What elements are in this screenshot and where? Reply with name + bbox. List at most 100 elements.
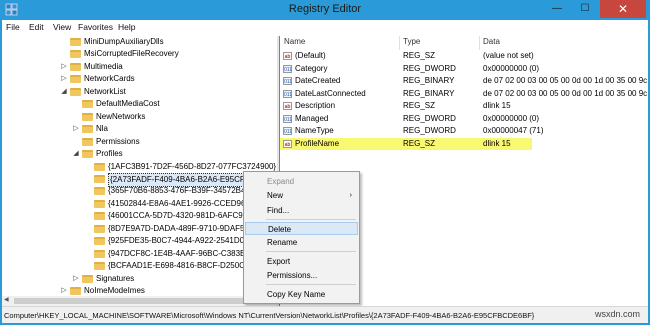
expand-arrow-icon[interactable]: ▷ — [72, 123, 80, 135]
title-bar[interactable]: Registry Editor — ☐ ✕ — [0, 0, 650, 20]
tree-item[interactable]: DefaultMediaCost — [2, 98, 277, 110]
value-name: DateLastConnected — [295, 88, 366, 98]
value-row[interactable]: 011 NameType REG_DWORD 0x00000047 (71) — [280, 125, 648, 137]
value-data: (value not set) — [483, 51, 534, 60]
folder-icon — [94, 262, 105, 271]
value-name: Description — [295, 101, 336, 110]
value-row[interactable]: ab Description REG_SZ dlink 15 — [280, 100, 648, 112]
value-data: dlink 15 — [483, 101, 511, 110]
watermark: wsxdn.com — [594, 309, 640, 319]
menu-view[interactable]: View — [53, 22, 71, 32]
tree-item-label: MsiCorruptedFileRecovery — [84, 49, 179, 59]
minimize-button[interactable]: — — [544, 0, 570, 18]
string-value-icon: ab — [283, 52, 292, 60]
folder-icon — [94, 174, 105, 183]
value-row[interactable]: 011 DateCreated REG_BINARY de 07 02 00 03 0… — [280, 75, 648, 87]
value-name: Category — [295, 63, 328, 73]
tree-item[interactable]: MiniDumpAuxiliaryDlls — [2, 36, 277, 48]
menu-favorites[interactable]: Favorites — [78, 22, 113, 32]
folder-icon — [82, 125, 93, 134]
menu-edit[interactable]: Edit — [29, 22, 44, 32]
menu-separator — [266, 219, 356, 220]
value-row[interactable]: 011 Category REG_DWORD 0x00000000 (0) — [280, 63, 648, 75]
registry-key-tree[interactable]: MiniDumpAuxiliaryDlls MsiCorruptedFileRec… — [2, 36, 277, 306]
column-header-name[interactable]: Name — [284, 37, 305, 49]
value-row[interactable]: ab (Default) REG_SZ (value not set) — [280, 50, 648, 62]
maximize-button[interactable]: ☐ — [572, 0, 598, 18]
value-type: REG_SZ — [403, 138, 436, 148]
tree-item[interactable]: Permissions — [2, 136, 277, 148]
string-value-icon: ab — [283, 139, 292, 148]
context-menu: Expand New › Find... Delete Rename Expor… — [243, 171, 360, 304]
collapse-arrow-icon[interactable]: ◢ — [72, 148, 80, 160]
value-name: NameType — [295, 126, 334, 135]
value-name: ProfileName — [295, 138, 340, 148]
column-header-data[interactable]: Data — [483, 37, 500, 49]
expand-arrow-icon[interactable]: ▷ — [60, 73, 68, 85]
value-row[interactable]: 011 DateLastConnected REG_BINARY de 07 02 0… — [280, 88, 648, 100]
value-row[interactable]: ab ProfileName REG_SZ dlink 15 — [280, 137, 532, 150]
menu-export[interactable]: Export — [245, 255, 358, 268]
tree-item-label: NewNetworks — [96, 111, 146, 121]
expand-arrow-icon[interactable]: ▷ — [72, 273, 80, 285]
tree-item-label: NetworkCards — [84, 74, 135, 84]
folder-icon — [70, 287, 81, 295]
tree-item[interactable]: {46001CCA-5D7D-4320-981D-6AFC91479D27} — [2, 210, 277, 222]
tree-horizontal-scrollbar[interactable]: ◀ ▶ — [2, 296, 277, 306]
tree-item[interactable]: ▷ Signatures — [2, 273, 277, 285]
binary-value-icon: 011 — [283, 89, 292, 98]
tree-item[interactable]: ▷ Nla — [2, 123, 277, 135]
tree-item[interactable]: {925FDE35-B0C7-4944-A922-2541D0320745} — [2, 235, 277, 247]
column-header-type[interactable]: Type — [403, 37, 420, 49]
submenu-arrow-icon: › — [349, 192, 352, 199]
column-divider[interactable] — [479, 36, 480, 50]
menu-file[interactable]: File — [6, 22, 20, 32]
tree-item[interactable]: ◢ Profiles — [2, 148, 277, 160]
folder-icon — [82, 150, 93, 159]
folder-icon — [94, 187, 105, 196]
tree-item[interactable]: ◢ NetworkList — [2, 86, 277, 98]
menu-delete[interactable]: Delete — [245, 222, 358, 235]
tree-item[interactable]: {2A73FADF-F409-4BA6-B2A6-E95CFBCDE6BF} — [2, 172, 277, 187]
menu-expand[interactable]: Expand — [245, 175, 358, 188]
tree-item[interactable]: ▷ NetworkCards — [2, 73, 277, 85]
menu-copy-key-name[interactable]: Copy Key Name — [245, 288, 358, 301]
menu-separator — [266, 284, 356, 285]
close-button[interactable]: ✕ — [600, 0, 646, 18]
menu-rename[interactable]: Rename — [245, 236, 358, 249]
folder-icon — [94, 199, 105, 208]
tree-item-label: Profiles — [96, 149, 123, 159]
folder-icon — [94, 212, 105, 221]
tree-item[interactable]: {365F70B6-8853-476F-B39F-34572B490171} — [2, 185, 277, 197]
folder-icon — [94, 162, 105, 171]
scrollbar-thumb[interactable] — [14, 298, 266, 304]
folder-icon — [70, 38, 81, 46]
column-divider[interactable] — [399, 36, 400, 50]
tree-item[interactable]: {1AFC3B91-7D2F-456D-8D27-077FC3724900} — [2, 161, 277, 173]
value-row[interactable]: 011 Managed REG_DWORD 0x00000000 (0) — [280, 113, 648, 125]
collapse-arrow-icon[interactable]: ◢ — [60, 86, 68, 98]
menu-permissions[interactable]: Permissions... — [245, 269, 358, 282]
value-type: REG_BINARY — [403, 76, 455, 85]
tree-item[interactable]: {947DCF8C-1E4B-4AAF-96BC-C383B572D06A} — [2, 248, 277, 260]
expand-arrow-icon[interactable]: ▷ — [60, 61, 68, 73]
folder-icon — [82, 137, 93, 146]
tree-item[interactable]: {BCFAAD1E-E698-4816-B8CF-D250C6E0A1C3} — [2, 260, 277, 272]
tree-item[interactable]: {8D7E9A7D-DADA-489F-9710-9DAF546E5C6B} — [2, 223, 277, 235]
scroll-left-arrow-icon[interactable]: ◀ — [4, 296, 9, 303]
folder-icon — [94, 224, 105, 233]
menu-find[interactable]: Find... — [245, 204, 358, 217]
tree-item[interactable]: MsiCorruptedFileRecovery — [2, 48, 277, 60]
tree-item[interactable]: ▷ Multimedia — [2, 61, 277, 73]
menu-help[interactable]: Help — [118, 22, 135, 32]
value-name: Managed — [295, 113, 329, 123]
tree-item[interactable]: {41502844-E8A6-4AE1-9926-CCED9690C1B5} — [2, 198, 277, 210]
string-value-icon: ab — [283, 102, 292, 110]
folder-icon — [82, 100, 93, 109]
current-key-path: Computer\HKEY_LOCAL_MACHINE\SOFTWARE\Mic… — [4, 311, 535, 320]
menu-new[interactable]: New › — [245, 189, 358, 202]
folder-icon — [82, 112, 93, 121]
tree-item[interactable]: NewNetworks — [2, 111, 277, 123]
value-type: REG_SZ — [403, 101, 436, 110]
value-type: REG_BINARY — [403, 88, 455, 98]
